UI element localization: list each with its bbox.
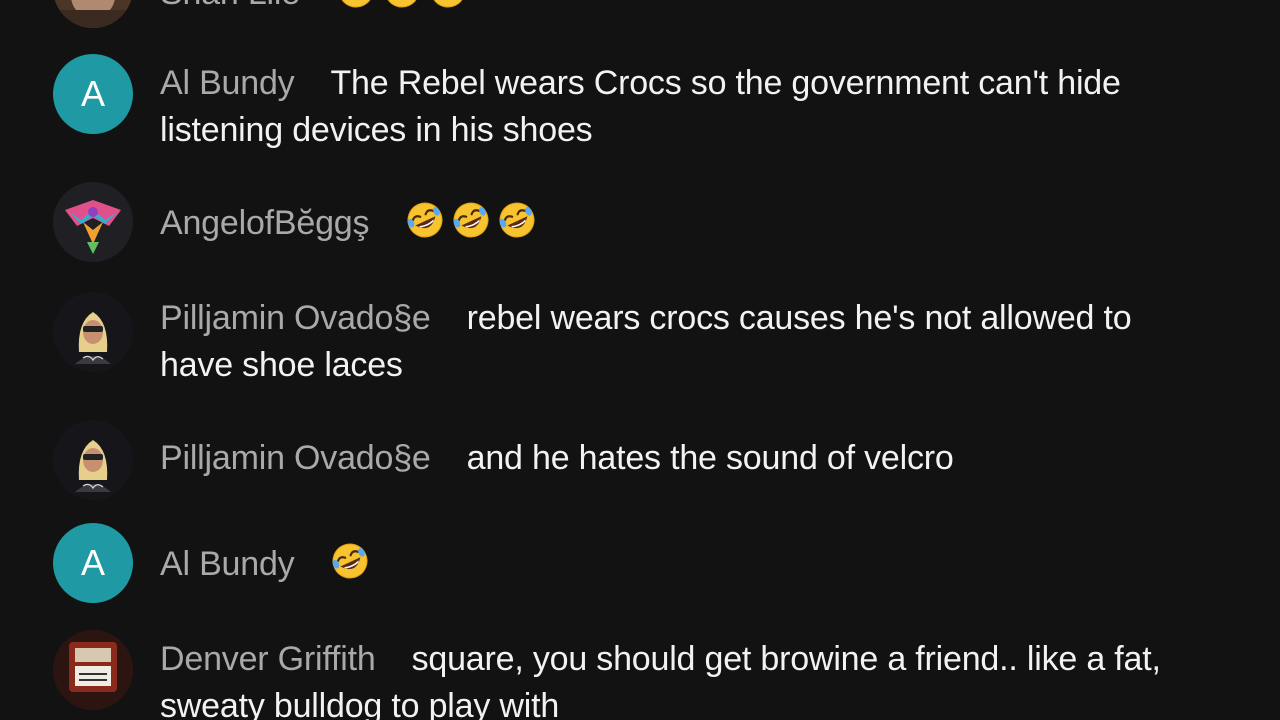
message-author[interactable]: Shan Lile — [160, 0, 300, 12]
user-photo-icon — [53, 0, 133, 28]
avatar[interactable] — [53, 292, 133, 372]
avatar[interactable] — [53, 182, 133, 262]
rofl-emoji-icon — [405, 200, 445, 240]
rofl-emoji-icon — [428, 0, 468, 10]
message-author[interactable]: Pilljamin Ovado§e — [160, 299, 431, 337]
avatar[interactable] — [53, 420, 133, 500]
live-chat-feed: Shan Lile A Al BundyThe Rebel wears Croc… — [0, 0, 1280, 720]
message-emojis — [405, 204, 543, 242]
duck-sign-icon — [53, 630, 133, 710]
rofl-emoji-icon — [497, 200, 537, 240]
message-text: and he hates the sound of velcro — [466, 439, 954, 477]
avatar[interactable] — [53, 630, 133, 710]
message-emojis — [330, 545, 376, 583]
bounty-hunter-icon — [53, 420, 133, 500]
rofl-emoji-icon — [382, 0, 422, 10]
rofl-emoji-icon — [336, 0, 376, 10]
message-text: The Rebel wears Crocs so the government … — [160, 64, 1121, 149]
message-author[interactable]: Pilljamin Ovado§e — [160, 439, 431, 477]
message-author[interactable]: Al Bundy — [160, 64, 295, 102]
message-author[interactable]: AngelofBĕggş — [160, 204, 370, 242]
avatar[interactable]: A — [53, 54, 133, 134]
message-author[interactable]: Al Bundy — [160, 545, 295, 583]
rofl-emoji-icon — [451, 200, 491, 240]
avatar[interactable]: A — [53, 523, 133, 603]
message-emojis — [336, 0, 474, 12]
message-author[interactable]: Denver Griffith — [160, 640, 376, 678]
colorful-bird-icon — [53, 182, 133, 262]
rofl-emoji-icon — [330, 541, 370, 581]
avatar[interactable] — [53, 0, 133, 28]
bounty-hunter-icon — [53, 292, 133, 372]
